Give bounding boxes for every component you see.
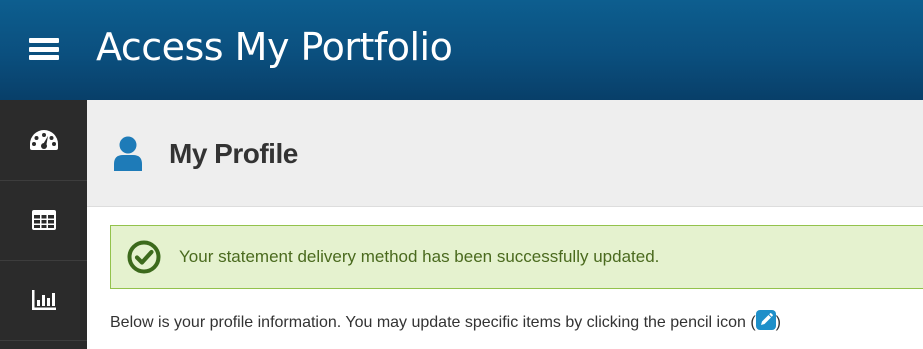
user-icon bbox=[114, 136, 142, 171]
success-alert: Your statement delivery method has been … bbox=[110, 225, 923, 289]
sidebar-item-table[interactable] bbox=[0, 180, 87, 261]
page-header: My Profile bbox=[87, 100, 923, 207]
sidebar bbox=[0, 100, 87, 349]
pencil-edit-icon[interactable] bbox=[755, 310, 776, 330]
table-grid-icon bbox=[31, 210, 56, 230]
hamburger-menu-icon[interactable] bbox=[29, 38, 59, 60]
sidebar-item-dashboard[interactable] bbox=[0, 100, 87, 181]
sidebar-item-chart[interactable] bbox=[0, 260, 87, 341]
top-header-bar: Access My Portfolio bbox=[0, 0, 923, 100]
profile-info-label: Below is your profile information. You m… bbox=[110, 314, 756, 331]
bar-chart-icon bbox=[31, 290, 56, 310]
alert-message: Your statement delivery method has been … bbox=[179, 247, 660, 266]
main-content: My Profile Your statement delivery metho… bbox=[87, 100, 923, 349]
check-circle-icon bbox=[127, 240, 161, 274]
profile-info-text: Below is your profile information. You m… bbox=[110, 310, 781, 332]
page-title: My Profile bbox=[169, 138, 298, 169]
profile-info-closing: ) bbox=[775, 314, 781, 331]
dashboard-gauge-icon bbox=[29, 130, 58, 150]
app-title: Access My Portfolio bbox=[96, 25, 453, 69]
